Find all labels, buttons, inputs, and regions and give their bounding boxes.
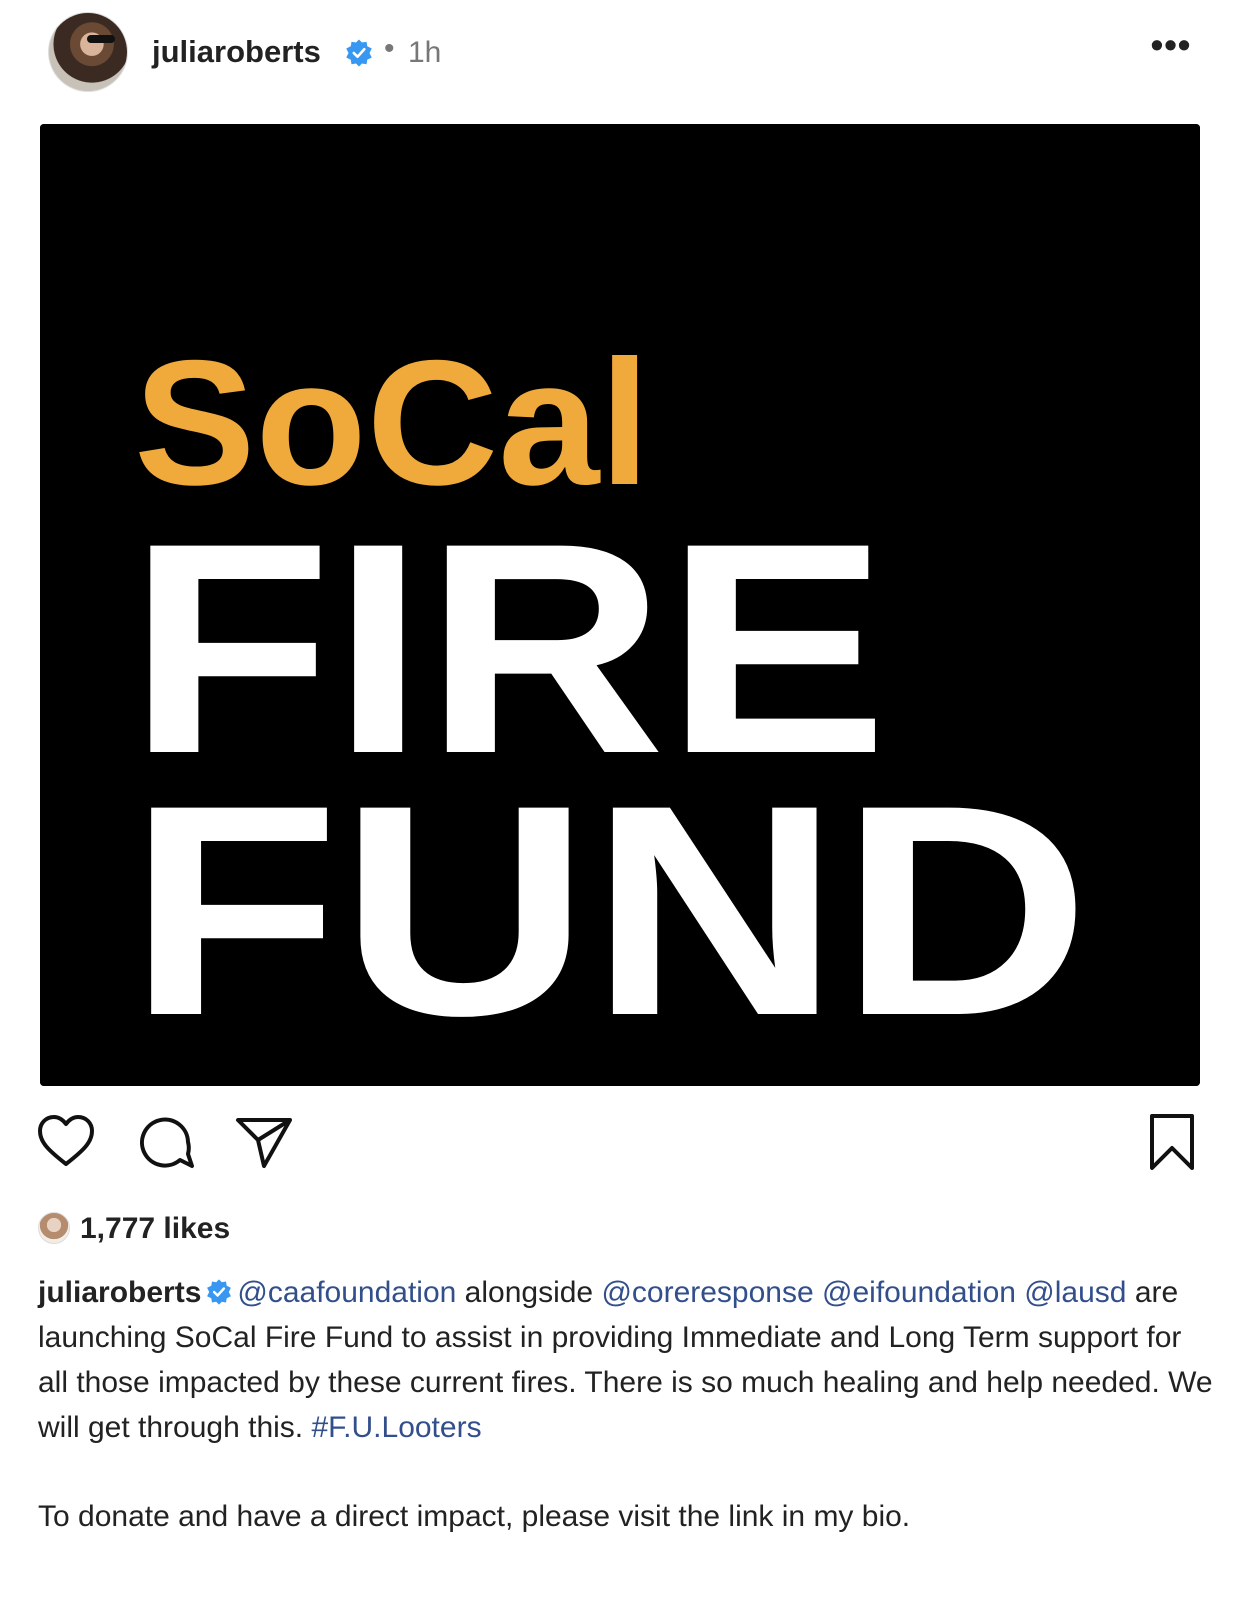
more-options-icon[interactable]: ••• [1146, 27, 1196, 70]
caption-paragraph: juliaroberts @caafoundation alongside @co… [38, 1270, 1218, 1450]
heart-icon[interactable] [36, 1112, 96, 1172]
mention-link[interactable]: @lausd [1024, 1276, 1126, 1309]
separator-dot: • [384, 32, 395, 65]
post-time[interactable]: 1h [408, 36, 441, 70]
image-text-fund: FUND [128, 742, 1090, 1078]
mention-link[interactable]: @eifoundation [822, 1276, 1016, 1309]
caption-text: alongside [456, 1276, 602, 1309]
post-caption: juliaroberts @caafoundation alongside @co… [38, 1270, 1218, 1539]
caption-paragraph-2: To donate and have a direct impact, plea… [38, 1500, 911, 1533]
verified-badge-icon [207, 1279, 232, 1305]
comment-icon[interactable] [136, 1112, 196, 1172]
caption-username[interactable]: juliaroberts [38, 1276, 201, 1309]
liker-avatar [38, 1212, 70, 1244]
caption-text [814, 1276, 822, 1309]
post-actions [0, 1112, 1254, 1182]
verified-badge-icon [346, 39, 372, 67]
post-username[interactable]: juliaroberts [152, 34, 321, 70]
post-header: juliaroberts • 1h ••• [0, 0, 1254, 110]
likes-count[interactable]: 1,777 likes [80, 1212, 230, 1246]
bookmark-icon[interactable] [1142, 1112, 1202, 1172]
post-image[interactable]: SoCal FIRE FUND [40, 124, 1200, 1086]
share-icon[interactable] [234, 1112, 294, 1172]
hashtag-link[interactable]: #F.U.Looters [311, 1411, 481, 1444]
mention-link[interactable]: @caafoundation [237, 1276, 456, 1309]
profile-avatar[interactable] [48, 12, 128, 92]
mention-link[interactable]: @coreresponse [601, 1276, 813, 1309]
